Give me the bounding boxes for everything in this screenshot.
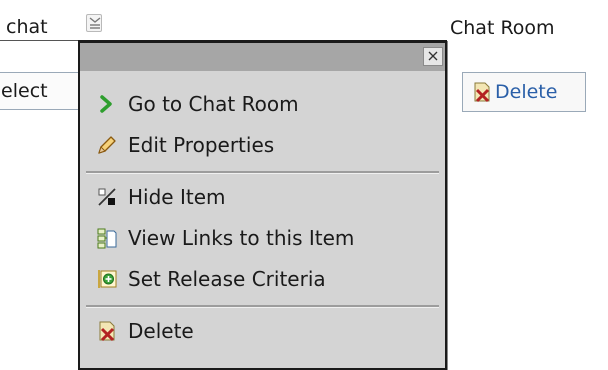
links-icon bbox=[97, 228, 117, 249]
item-actions-menu: Go to Chat Room Edit Properties Hide Ite… bbox=[78, 40, 447, 370]
menu-divider bbox=[86, 171, 439, 174]
pencil-icon bbox=[98, 136, 116, 154]
menu-item-delete[interactable]: Delete bbox=[96, 314, 194, 348]
select-button[interactable]: Select bbox=[0, 72, 82, 110]
release-criteria-icon bbox=[98, 270, 117, 288]
menu-item-label: Edit Properties bbox=[128, 133, 275, 157]
menu-item-label: Set Release Criteria bbox=[128, 267, 326, 291]
arrow-right-icon bbox=[100, 95, 112, 113]
menu-divider bbox=[86, 305, 439, 308]
menu-title-bar bbox=[80, 43, 445, 71]
delete-button[interactable]: Delete bbox=[462, 72, 586, 112]
menu-item-view-links[interactable]: View Links to this Item bbox=[96, 221, 354, 255]
item-menu-trigger[interactable] bbox=[86, 14, 102, 32]
menu-item-edit-properties[interactable]: Edit Properties bbox=[96, 128, 274, 162]
item-type-label: Chat Room bbox=[450, 17, 555, 39]
hide-icon bbox=[98, 188, 116, 206]
close-icon bbox=[428, 51, 438, 61]
menu-item-hide-item[interactable]: Hide Item bbox=[96, 180, 225, 214]
menu-item-label: Delete bbox=[128, 319, 194, 343]
menu-item-label: Hide Item bbox=[128, 185, 226, 209]
delete-button-label: Delete bbox=[495, 81, 558, 103]
menu-item-label: Go to Chat Room bbox=[128, 92, 299, 116]
delete-icon bbox=[99, 321, 115, 342]
close-button[interactable] bbox=[423, 47, 443, 66]
menu-item-set-release-criteria[interactable]: Set Release Criteria bbox=[96, 262, 326, 296]
item-title-link[interactable]: chat bbox=[0, 14, 78, 41]
menu-lines-icon bbox=[89, 17, 101, 29]
menu-item-go-to-chat-room[interactable]: Go to Chat Room bbox=[96, 87, 299, 121]
delete-icon bbox=[474, 82, 490, 103]
menu-item-label: View Links to this Item bbox=[128, 226, 355, 250]
